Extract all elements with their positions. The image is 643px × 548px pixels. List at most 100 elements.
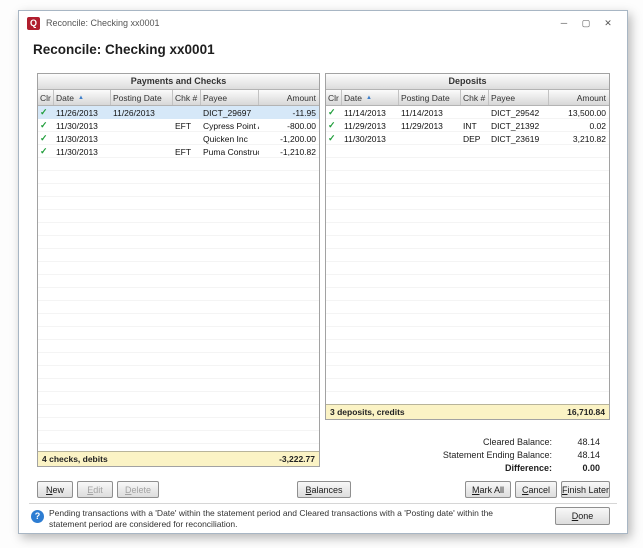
column-header-chk[interactable]: Chk # [173, 90, 201, 105]
payments-footer: 4 checks, debits -3,222.77 [38, 451, 319, 466]
check-icon: ✓ [326, 107, 342, 118]
column-header-clr[interactable]: Clr [38, 90, 54, 105]
column-header-date-label: Date [344, 93, 362, 103]
deposits-footer: 3 deposits, credits 16,710.84 [326, 404, 609, 419]
table-row[interactable]: ✓11/30/2013 Quicken Inc-1,200.00 [38, 132, 319, 145]
cell-chk: EFT [173, 121, 201, 131]
deposits-rows: ✓11/14/201311/14/2013DICT_2954213,500.00… [326, 106, 609, 404]
page-title: Reconcile: Checking xx0001 [33, 42, 215, 57]
cell-date: 11/30/2013 [54, 134, 111, 144]
cell-amount: 13,500.00 [549, 108, 609, 118]
cell-amount: -1,200.00 [259, 134, 319, 144]
sort-asc-icon: ▲ [366, 95, 372, 101]
table-row[interactable]: ✓11/30/2013 EFTPuma Construction-1,210.82 [38, 145, 319, 158]
maximize-icon[interactable]: ▢ [575, 18, 597, 29]
cell-amount: -1,210.82 [259, 147, 319, 157]
column-header-posting-date[interactable]: Posting Date [399, 90, 461, 105]
cell-payee: Cypress Point Apts [201, 121, 259, 131]
column-header-date-label: Date [56, 93, 74, 103]
table-row[interactable]: ✓11/26/201311/26/2013DICT_29697-11.95 [38, 106, 319, 119]
table-row[interactable]: ✓11/30/2013 DEPDICT_236193,210.82 [326, 132, 609, 145]
cell-amount: 0.02 [549, 121, 609, 131]
column-header-chk[interactable]: Chk # [461, 90, 489, 105]
cell-amount: 3,210.82 [549, 134, 609, 144]
cell-posting: 11/26/2013 [111, 108, 173, 118]
check-icon: ✓ [38, 107, 54, 118]
new-button[interactable]: New [37, 481, 73, 498]
cell-payee: DICT_29542 [489, 108, 549, 118]
cell-amount: -800.00 [259, 121, 319, 131]
column-header-date[interactable]: Date ▲ [54, 90, 111, 105]
cell-payee: DICT_21392 [489, 121, 549, 131]
cell-date: 11/30/2013 [342, 134, 399, 144]
footer-divider [29, 503, 617, 504]
payments-footer-label: 4 checks, debits [42, 454, 108, 464]
cell-posting: 11/29/2013 [399, 121, 461, 131]
cell-date: 11/14/2013 [342, 108, 399, 118]
payments-panel-title: Payments and Checks [38, 74, 319, 90]
summary-value: 48.14 [552, 437, 610, 447]
cell-payee: Quicken Inc [201, 134, 259, 144]
minimize-icon[interactable]: ─ [553, 18, 575, 28]
column-header-amount[interactable]: Amount [549, 90, 609, 105]
cell-date: 11/30/2013 [54, 121, 111, 131]
cell-amount: -11.95 [259, 108, 319, 118]
edit-button: Edit [77, 481, 113, 498]
check-icon: ✓ [38, 120, 54, 131]
check-icon: ✓ [326, 133, 342, 144]
column-header-payee[interactable]: Payee [201, 90, 259, 105]
cell-payee: DICT_29697 [201, 108, 259, 118]
cell-chk: EFT [173, 147, 201, 157]
check-icon: ✓ [326, 120, 342, 131]
table-row[interactable]: ✓11/30/2013 EFTCypress Point Apts-800.00 [38, 119, 319, 132]
help-icon[interactable]: ? [31, 510, 44, 523]
balance-summary: Cleared Balance: 48.14 Statement Ending … [325, 435, 610, 474]
finish-later-button[interactable]: Finish Later [561, 481, 610, 498]
summary-value: 48.14 [552, 450, 610, 460]
deposits-footer-label: 3 deposits, credits [330, 407, 405, 417]
balances-button[interactable]: Balances [297, 481, 351, 498]
table-row[interactable]: ✓11/14/201311/14/2013DICT_2954213,500.00 [326, 106, 609, 119]
quicken-logo-icon: Q [27, 17, 40, 30]
cell-chk: INT [461, 121, 489, 131]
column-header-payee[interactable]: Payee [489, 90, 549, 105]
table-row[interactable]: ✓11/29/201311/29/2013INTDICT_213920.02 [326, 119, 609, 132]
payments-panel: Payments and Checks Clr Date ▲ Posting Da… [37, 73, 320, 467]
window-controls: ─ ▢ ✕ [553, 18, 619, 29]
deposits-column-headers: Clr Date ▲ Posting Date Chk # Payee Amoun… [326, 90, 609, 106]
summary-row-statement-ending: Statement Ending Balance: 48.14 [325, 448, 610, 461]
cell-date: 11/30/2013 [54, 147, 111, 157]
cancel-button[interactable]: Cancel [515, 481, 557, 498]
payments-rows: ✓11/26/201311/26/2013DICT_29697-11.95✓11… [38, 106, 319, 451]
reconcile-window: Q Reconcile: Checking xx0001 ─ ▢ ✕ Recon… [18, 10, 628, 534]
titlebar: Q Reconcile: Checking xx0001 ─ ▢ ✕ [19, 11, 627, 35]
cell-date: 11/26/2013 [54, 108, 111, 118]
delete-button: Delete [117, 481, 159, 498]
close-icon[interactable]: ✕ [597, 18, 619, 29]
window-title: Reconcile: Checking xx0001 [46, 18, 553, 28]
cell-chk: DEP [461, 134, 489, 144]
payments-footer-amount: -3,222.77 [279, 454, 315, 464]
help-text: Pending transactions with a 'Date' withi… [49, 508, 519, 529]
cell-date: 11/29/2013 [342, 121, 399, 131]
done-button[interactable]: Done [555, 507, 610, 525]
check-icon: ✓ [38, 133, 54, 144]
mark-all-button[interactable]: Mark All [465, 481, 511, 498]
summary-label: Difference: [505, 463, 552, 473]
column-header-posting-date[interactable]: Posting Date [111, 90, 173, 105]
deposits-panel-title: Deposits [326, 74, 609, 90]
cell-payee: DICT_23619 [489, 134, 549, 144]
payments-column-headers: Clr Date ▲ Posting Date Chk # Payee Amoun… [38, 90, 319, 106]
sort-asc-icon: ▲ [78, 95, 84, 101]
column-header-amount[interactable]: Amount [259, 90, 319, 105]
cell-payee: Puma Construction [201, 147, 259, 157]
summary-label: Cleared Balance: [483, 437, 552, 447]
summary-row-cleared: Cleared Balance: 48.14 [325, 435, 610, 448]
column-header-clr[interactable]: Clr [326, 90, 342, 105]
summary-row-difference: Difference: 0.00 [325, 461, 610, 474]
cell-posting: 11/14/2013 [399, 108, 461, 118]
summary-value: 0.00 [552, 463, 610, 473]
deposits-panel: Deposits Clr Date ▲ Posting Date Chk # Pa… [325, 73, 610, 420]
column-header-date[interactable]: Date ▲ [342, 90, 399, 105]
check-icon: ✓ [38, 146, 54, 157]
